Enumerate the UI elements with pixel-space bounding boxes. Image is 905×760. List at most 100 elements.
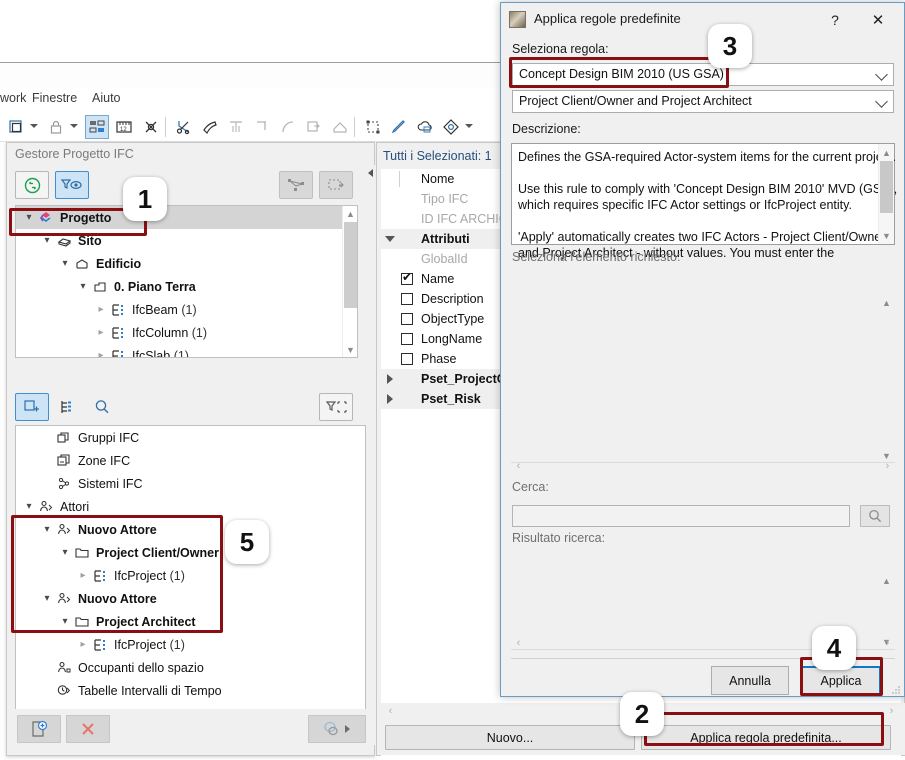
help-icon[interactable]: ? [821,9,849,31]
arc-icon[interactable] [276,115,300,139]
twisty-icon[interactable]: ▾ [22,212,36,223]
twisty-icon[interactable]: ▾ [22,501,36,512]
tree-node[interactable]: Gruppi IFC [16,426,365,449]
twisty-icon[interactable]: ▾ [40,524,54,535]
rule-variant-select[interactable]: Project Client/Owner and Project Archite… [512,90,894,113]
cloud-icon[interactable] [413,115,437,139]
tree-node[interactable]: ▸ IfcProject (1) [16,564,365,587]
item-hscroll-right-icon[interactable]: › [880,458,895,473]
tree-node[interactable]: Tabelle Intervalli di Tempo [16,679,365,702]
tree-node[interactable]: ▾ Edificio [16,252,343,275]
twisty-icon[interactable]: ▸ [94,350,108,357]
close-icon[interactable]: ✕ [861,9,895,31]
scroll-up-icon[interactable]: ▲ [343,206,357,221]
attribute-checkbox[interactable] [401,293,413,305]
desc-scroll-up-icon[interactable]: ▲ [879,145,894,160]
search-icon-palette[interactable] [85,393,119,421]
attribute-checkbox[interactable] [401,270,413,285]
ruler-icon[interactable]: 12 [112,115,136,139]
tree-vertical-scrollbar[interactable]: ▲ ▼ [342,206,357,357]
tree-node[interactable]: ▾ Sito [16,229,343,252]
chevron-down-icon-1[interactable] [30,124,38,128]
tree-node[interactable]: ▾ Project Architect [16,610,365,633]
panel-splitter[interactable] [366,165,376,745]
twisty-icon[interactable]: ▾ [76,281,90,292]
marker-icon[interactable] [139,115,163,139]
home-icon[interactable] [328,115,352,139]
desc-scroll-down-icon[interactable]: ▼ [879,228,894,243]
item-list[interactable]: ▲ ▼ [511,271,895,463]
layers-icon[interactable] [4,115,28,139]
apply-button[interactable]: Applica [801,666,881,695]
twisty-icon[interactable]: ▾ [58,616,72,627]
tree-node[interactable]: ▾ Progetto [16,206,343,229]
chevron-down-icon-3[interactable] [465,124,473,128]
result-scroll-up-icon[interactable]: ▲ [879,573,894,588]
new-ifc-item-icon[interactable] [15,393,49,421]
item-hscroll-left-icon[interactable]: ‹ [511,458,526,473]
description-box[interactable]: Defines the GSA-required Actor-system it… [511,143,897,260]
item-list-hscrollbar[interactable]: ‹ › [511,458,895,473]
rule-select[interactable]: Concept Design BIM 2010 (US GSA) [512,63,894,86]
select-geometry-icon[interactable] [279,171,313,199]
twisty-icon[interactable]: ▸ [76,570,90,581]
menu-item-work[interactable]: work [0,91,26,105]
twisty-icon[interactable]: ▸ [94,304,108,315]
twisty-icon[interactable]: ▸ [94,327,108,338]
corner-icon[interactable] [250,115,274,139]
tree-node[interactable]: ▾ Attori [16,495,365,518]
lock-icon[interactable] [44,115,68,139]
scroll-thumb[interactable] [344,222,357,308]
group-select-icon[interactable] [361,115,385,139]
ifc-classification-tree[interactable]: Gruppi IFC Zone IFC Sistemi IFC ▾ Attori ▾ Nuo… [15,425,366,713]
hscroll-left-icon[interactable]: ‹ [383,703,398,718]
expand-icon[interactable] [387,394,393,404]
twisty-icon[interactable]: ▾ [40,593,54,604]
attribute-checkbox[interactable] [401,353,413,365]
new-item-button[interactable] [17,715,61,743]
twisty-icon[interactable]: ▾ [58,547,72,558]
result-hscroll-left-icon[interactable]: ‹ [511,635,526,650]
expand-icon[interactable] [385,236,395,242]
search-input[interactable] [512,505,850,527]
attribute-checkbox[interactable] [401,333,413,345]
expand-icon[interactable] [387,374,393,384]
desc-scroll-thumb[interactable] [880,161,893,213]
tree-node[interactable]: ▾ Nuovo Attore [16,518,365,541]
collapse-panel-icon[interactable] [368,169,373,177]
delete-item-button[interactable] [66,715,110,743]
diamond-icon[interactable] [439,115,463,139]
assign-geometry-icon[interactable] [319,171,353,199]
tree-node[interactable]: Occupanti dello spazio [16,656,365,679]
tree-node[interactable]: ▸ IfcProject (1) [16,633,365,656]
ifc-hierarchy-tree[interactable]: ▾ Progetto ▾ Sito ▾ Edificio ▾ 0. Piano Terra ▸ I… [15,205,358,358]
tree-node[interactable]: ▸ IfcColumn (1) [16,321,343,344]
attribute-checkbox[interactable] [401,313,413,325]
column-icon[interactable] [224,115,248,139]
tree-node[interactable]: Sistemi IFC [16,472,365,495]
menu-item-finestre[interactable]: Finestre [32,91,77,105]
resize-grip-icon[interactable] [891,684,901,694]
refresh-icon[interactable] [15,171,49,199]
ifc-manager-icon[interactable] [85,115,109,139]
chevron-down-icon-2[interactable] [70,124,78,128]
tree-node[interactable]: ▾ Nuovo Attore [16,587,365,610]
more-options-button[interactable] [308,715,366,743]
scroll-down-icon[interactable]: ▼ [343,342,357,357]
item-list-scrollbar[interactable]: ▲ ▼ [879,295,895,463]
hammer-icon[interactable] [198,115,222,139]
tree-node[interactable]: ▸ IfcBeam (1) [16,298,343,321]
filter-frame-icon[interactable] [319,393,353,421]
apply-predefined-rule-button[interactable]: Applica regola predefinita... [641,725,891,750]
tree-node[interactable]: Zone IFC [16,449,365,472]
search-button[interactable] [860,505,890,527]
description-scrollbar[interactable]: ▲ ▼ [878,144,894,244]
twisty-icon[interactable]: ▾ [58,258,72,269]
pen-icon[interactable] [387,115,411,139]
dialog-titlebar[interactable]: Applica regole predefinite ? ✕ [501,3,904,36]
cancel-button[interactable]: Annulla [711,666,789,695]
scissors-icon[interactable] [172,115,196,139]
item-scroll-up-icon[interactable]: ▲ [879,295,894,310]
new-button[interactable]: Nuovo... [385,725,635,750]
twisty-icon[interactable]: ▸ [76,639,90,650]
